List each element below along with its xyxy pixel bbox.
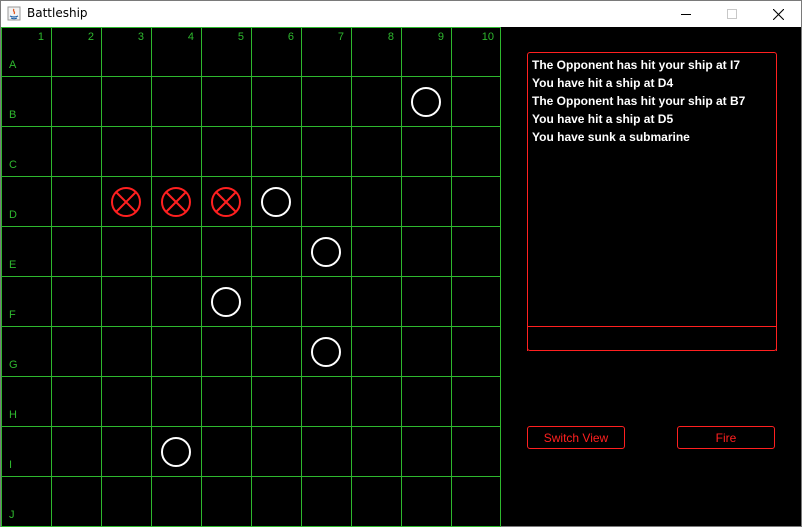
log-message: The Opponent has hit your ship at B7 — [532, 94, 746, 108]
miss-marker-icon — [211, 287, 241, 317]
miss-marker-icon — [311, 337, 341, 367]
row-label: I — [9, 459, 13, 471]
row-label: A — [9, 59, 17, 71]
maximize-button[interactable] — [709, 1, 755, 27]
minimize-button[interactable] — [663, 1, 709, 27]
maximize-icon — [727, 9, 737, 19]
miss-marker-icon — [411, 87, 441, 117]
row-label: F — [9, 309, 16, 321]
row-label: E — [9, 259, 17, 271]
row-label: B — [9, 109, 17, 121]
hit-marker-icon — [111, 187, 141, 217]
title-bar[interactable]: Battleship — [1, 1, 801, 27]
column-label: 1 — [37, 31, 44, 43]
battleship-window: Battleship 1 2 3 4 5 6 7 8 9 10 A B C D E F G H I J The Opp… — [0, 0, 802, 527]
switch-view-button[interactable]: Switch View — [527, 426, 625, 449]
message-log: The Opponent has hit your ship at I7 You … — [527, 52, 777, 351]
column-label: 6 — [287, 31, 294, 43]
minimize-icon — [681, 14, 691, 15]
miss-marker-icon — [161, 437, 191, 467]
column-label: 2 — [87, 31, 94, 43]
log-message: You have sunk a submarine — [532, 130, 690, 144]
log-message: The Opponent has hit your ship at I7 — [532, 58, 741, 72]
column-label: 4 — [187, 31, 194, 43]
log-message: You have hit a ship at D4 — [532, 76, 674, 90]
fire-button[interactable]: Fire — [677, 426, 775, 449]
game-board[interactable]: 1 2 3 4 5 6 7 8 9 10 A B C D E F G H I J — [1, 27, 501, 527]
row-label: D — [9, 209, 17, 221]
column-label: 9 — [437, 31, 444, 43]
row-label: H — [9, 409, 17, 421]
column-label: 10 — [481, 31, 494, 43]
row-label: G — [9, 359, 18, 371]
row-label: J — [9, 509, 15, 521]
row-label: C — [9, 159, 17, 171]
game-area: 1 2 3 4 5 6 7 8 9 10 A B C D E F G H I J The Opponent has h… — [1, 27, 801, 527]
column-label: 5 — [237, 31, 244, 43]
message-input[interactable] — [527, 326, 777, 351]
miss-marker-icon — [261, 187, 291, 217]
column-label: 7 — [337, 31, 344, 43]
column-label: 8 — [387, 31, 394, 43]
close-button[interactable] — [755, 1, 801, 27]
column-label: 3 — [137, 31, 144, 43]
close-icon — [772, 8, 784, 20]
log-message: You have hit a ship at D5 — [532, 112, 674, 126]
hit-marker-icon — [161, 187, 191, 217]
java-app-icon — [7, 6, 21, 21]
window-title: Battleship — [27, 6, 88, 20]
hit-marker-icon — [211, 187, 241, 217]
miss-marker-icon — [311, 237, 341, 267]
